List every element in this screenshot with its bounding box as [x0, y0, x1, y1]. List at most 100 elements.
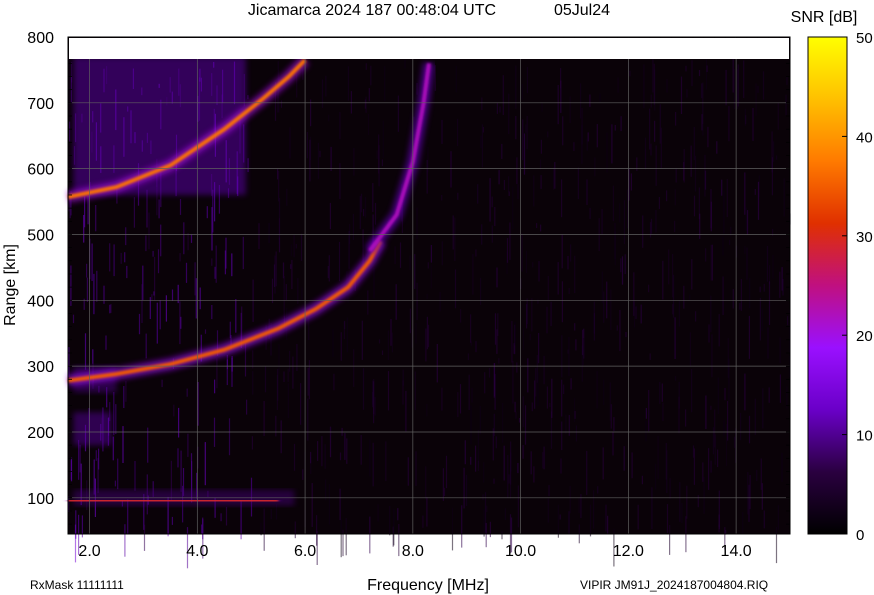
noise-speck [425, 466, 427, 499]
noise-speck [561, 281, 563, 323]
noise-speck [158, 199, 160, 219]
noise-speck [589, 504, 592, 537]
noise-speck [264, 366, 267, 393]
noise-speck [395, 284, 397, 320]
noise-speck [489, 521, 491, 538]
noise-speck [186, 388, 188, 397]
noise-speck [607, 515, 609, 535]
noise-speck [477, 460, 479, 471]
noise-speck [596, 124, 598, 148]
noise-speck [84, 333, 87, 370]
noise-speck [491, 225, 493, 243]
noise-speck [543, 355, 545, 385]
noise-speck [574, 255, 576, 294]
noise-speck [398, 524, 400, 557]
noise-speck [329, 202, 331, 230]
noise-speck [422, 515, 424, 528]
noise-speck [307, 367, 309, 396]
noise-speck [443, 487, 446, 497]
noise-speck [732, 289, 734, 309]
noise-speck [363, 209, 365, 217]
noise-speck [491, 196, 493, 208]
noise-speck [589, 94, 591, 107]
noise-speck [550, 301, 552, 327]
noise-speck [610, 404, 612, 429]
noise-speck [339, 488, 341, 521]
noise-speck [389, 506, 391, 536]
noise-speck [568, 336, 570, 376]
noise-speck [507, 455, 509, 499]
noise-speck [786, 76, 788, 85]
noise-speck [527, 358, 529, 393]
noise-speck [296, 344, 298, 371]
noise-speck [78, 439, 80, 480]
noise-speck [369, 516, 371, 554]
noise-speck [373, 267, 375, 299]
noise-speck [290, 244, 292, 257]
noise-speck [540, 175, 542, 189]
noise-speck [493, 413, 495, 437]
x-tick-label: 8.0 [402, 543, 424, 560]
noise-speck [494, 207, 496, 226]
noise-speck [93, 273, 95, 315]
noise-speck [674, 220, 676, 233]
noise-speck [283, 275, 285, 317]
noise-speck [514, 401, 516, 413]
noise-speck [283, 371, 285, 382]
noise-speck [216, 358, 218, 389]
noise-speck [748, 415, 751, 444]
noise-speck [141, 284, 143, 323]
noise-speck [560, 458, 562, 474]
noise-speck [781, 452, 783, 482]
noise-speck [643, 64, 645, 109]
noise-speck [439, 291, 441, 312]
noise-speck [586, 450, 588, 495]
noise-speck [202, 517, 204, 540]
noise-speck [87, 195, 89, 225]
noise-speck [464, 440, 466, 465]
noise-speck [367, 114, 370, 135]
noise-speck [339, 452, 342, 461]
noise-speck [606, 132, 608, 173]
noise-speck [307, 398, 309, 441]
colorbar: 0 10 20 30 40 50 [807, 30, 873, 544]
noise-speck [547, 498, 549, 523]
noise-speck [190, 234, 193, 243]
noise-speck [494, 313, 497, 345]
noise-speck [134, 461, 136, 491]
y-tick-labels: 100 200 300 400 500 600 700 800 [27, 30, 54, 508]
noise-speck [133, 197, 135, 228]
noise-speck [581, 107, 583, 145]
noise-speck [124, 252, 126, 263]
noise-speck [577, 167, 579, 200]
y-tick-label: 200 [27, 425, 54, 442]
noise-speck [699, 213, 701, 239]
noise-speck [669, 478, 671, 499]
noise-speck [416, 82, 418, 95]
noise-speck [561, 379, 563, 417]
noise-speck [666, 450, 668, 493]
colorbar-tick-label: 30 [856, 229, 873, 246]
noise-speck [247, 158, 249, 173]
noise-speck [508, 93, 510, 135]
noise-speck [582, 338, 585, 366]
noise-speck [745, 207, 747, 232]
noise-speck [145, 333, 147, 359]
noise-speck [777, 102, 779, 130]
noise-speck [75, 510, 77, 539]
noise-speck [561, 421, 563, 451]
plot-area [66, 36, 791, 569]
noise-speck [484, 372, 486, 394]
noise-speck [300, 233, 303, 261]
noise-speck [662, 402, 664, 422]
noise-speck [317, 142, 319, 179]
noise-speck [442, 468, 444, 501]
noise-speck [225, 237, 227, 269]
noise-speck [482, 494, 484, 501]
noise-speck [698, 70, 701, 77]
noise-speck [531, 298, 533, 332]
noise-speck [689, 332, 691, 367]
noise-speck [332, 328, 334, 357]
noise-speck [612, 185, 614, 222]
noise-speck [374, 202, 377, 225]
